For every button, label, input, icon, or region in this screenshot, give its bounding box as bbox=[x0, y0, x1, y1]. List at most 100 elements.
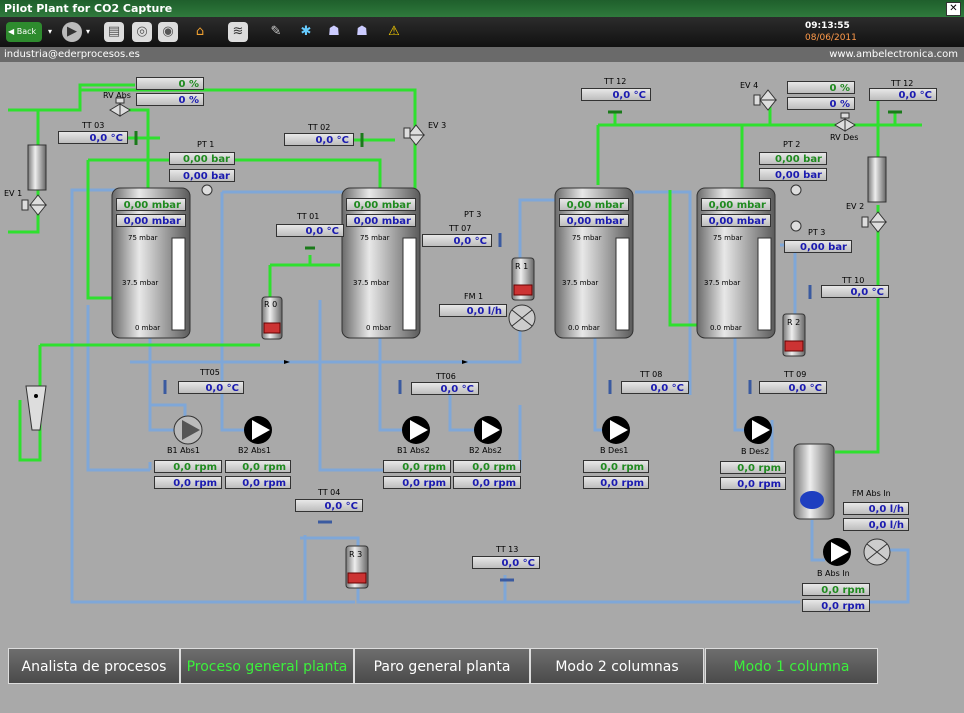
c1-scale-mid: 37.5 mbar bbox=[122, 279, 159, 287]
valve-ev4-icon bbox=[753, 89, 778, 111]
pt3a-label: PT 3 bbox=[464, 210, 482, 219]
date: 08/06/2011 bbox=[805, 33, 857, 43]
chart-icon[interactable]: ≋ bbox=[228, 22, 248, 42]
refresh-icon[interactable]: ◎ bbox=[132, 22, 152, 42]
b2abs2-rpm-setpoint: 0,0 rpm bbox=[453, 476, 521, 489]
pump-b1-abs1-icon[interactable] bbox=[173, 415, 203, 445]
tt05-value: 0,0 °C bbox=[178, 381, 244, 394]
fm-abs-in-setpoint: 0,0 l/h bbox=[843, 518, 909, 531]
tools-icon[interactable]: ✎ bbox=[266, 22, 286, 42]
process-diagram bbox=[8, 83, 922, 604]
babsin-label: B Abs In bbox=[817, 569, 850, 578]
tt08-label: TT 08 bbox=[640, 370, 663, 379]
bdes1-rpm-value: 0,0 rpm bbox=[583, 460, 649, 473]
c2-scale-top: 75 mbar bbox=[360, 234, 390, 242]
rv-abs-open-value: 0 % bbox=[136, 77, 204, 90]
storage-tank bbox=[793, 443, 835, 520]
tt07-value: 0,0 °C bbox=[422, 234, 492, 247]
c4-scale-mid: 37.5 mbar bbox=[704, 279, 741, 287]
gas-inlet-icon bbox=[25, 385, 47, 431]
b2abs2-rpm-value: 0,0 rpm bbox=[453, 460, 521, 473]
forward-dropdown-icon[interactable]: ▾ bbox=[84, 22, 92, 42]
forward-button[interactable]: ▶ bbox=[62, 22, 82, 42]
pt1-value: 0,00 bar bbox=[169, 152, 235, 165]
tt08-value: 0,0 °C bbox=[621, 381, 689, 394]
b1abs2-rpm-setpoint: 0,0 rpm bbox=[383, 476, 451, 489]
tt05-label: TT05 bbox=[200, 368, 220, 377]
website-text: www.ambelectronica.com bbox=[829, 49, 958, 60]
rv-des-label: RV Des bbox=[830, 133, 859, 142]
rv-abs-setpoint-value: 0 % bbox=[136, 93, 204, 106]
pt3-value: 0,00 bar bbox=[784, 240, 852, 253]
b1abs2-rpm-value: 0,0 rpm bbox=[383, 460, 451, 473]
paro-general-planta-button[interactable]: Paro general planta bbox=[354, 648, 530, 684]
analista-de-procesos-button[interactable]: Analista de procesos bbox=[8, 648, 180, 684]
pump-b2-abs2-icon[interactable] bbox=[474, 416, 502, 444]
modo-2-columnas-button[interactable]: Modo 2 columnas bbox=[530, 648, 704, 684]
babsin-rpm-setpoint: 0,0 rpm bbox=[802, 599, 870, 612]
tt13-label: TT 13 bbox=[496, 545, 519, 554]
c4-scale-top: 75 mbar bbox=[713, 234, 743, 242]
tt01-value: 0,0 °C bbox=[276, 224, 344, 237]
rv-abs-label: RV Abs bbox=[103, 91, 131, 100]
back-button[interactable]: ◀ Back bbox=[6, 22, 42, 42]
pump-b1-abs2-icon[interactable] bbox=[402, 416, 430, 444]
alarm-warning-icon[interactable]: ⚠ bbox=[384, 22, 404, 42]
stop-icon[interactable]: ◉ bbox=[158, 22, 178, 42]
pt2-label: PT 2 bbox=[783, 140, 801, 149]
bdes1-rpm-setpoint: 0,0 rpm bbox=[583, 476, 649, 489]
c2-pressure-setpoint: 0,00 mbar bbox=[346, 214, 416, 227]
filter-ev2 bbox=[867, 156, 887, 203]
pt3b-label: PT 3 bbox=[808, 228, 826, 237]
liquid-pipes bbox=[70, 188, 910, 604]
bdes2-rpm-setpoint: 0,0 rpm bbox=[720, 477, 786, 490]
pump-b-des2-icon[interactable] bbox=[744, 416, 772, 444]
pt1-label: PT 1 bbox=[197, 140, 215, 149]
user-warning-icon[interactable]: ☗ bbox=[352, 22, 372, 42]
filter-ev1 bbox=[27, 144, 47, 191]
home-icon[interactable]: ⌂ bbox=[190, 22, 210, 42]
proceso-general-planta-button[interactable]: Proceso general planta bbox=[180, 648, 354, 684]
gas-inlet-dot bbox=[34, 394, 38, 398]
back-dropdown-icon[interactable]: ▾ bbox=[46, 22, 54, 42]
c1-scale-bot: 0 mbar bbox=[135, 324, 161, 332]
window-title: Pilot Plant for CO2 Capture bbox=[4, 2, 173, 15]
b2abs1-rpm-setpoint: 0,0 rpm bbox=[225, 476, 291, 489]
tt10-value: 0,0 °C bbox=[821, 285, 889, 298]
b1abs1-rpm-setpoint: 0,0 rpm bbox=[154, 476, 222, 489]
tt10-label: TT 10 bbox=[842, 276, 865, 285]
modo-1-columna-button[interactable]: Modo 1 columna bbox=[705, 648, 878, 684]
flowmeter-fm-abs-in-icon bbox=[863, 538, 891, 566]
tt09-value: 0,0 °C bbox=[759, 381, 827, 394]
b2abs2-label: B2 Abs2 bbox=[469, 446, 502, 455]
tt12b-value: 0,0 °C bbox=[869, 88, 937, 101]
c3-scale-top: 75 mbar bbox=[572, 234, 602, 242]
pt1-setpoint: 0,00 bar bbox=[169, 169, 235, 182]
ev3-label: EV 3 bbox=[428, 121, 447, 130]
c2-pressure-value: 0,00 mbar bbox=[346, 198, 416, 211]
document-icon[interactable]: ▤ bbox=[104, 22, 124, 42]
r0-label: R 0 bbox=[264, 300, 278, 309]
fm-abs-in-label: FM Abs In bbox=[852, 489, 891, 498]
pump-b-abs-in-icon[interactable] bbox=[823, 538, 851, 566]
c1-pressure-value: 0,00 mbar bbox=[116, 198, 186, 211]
network-icon[interactable]: ✱ bbox=[296, 22, 316, 42]
close-button[interactable]: ✕ bbox=[946, 2, 961, 16]
users-icon[interactable]: ☗ bbox=[324, 22, 344, 42]
info-bar: industria@ederprocesos.es www.ambelectro… bbox=[0, 47, 964, 62]
pt2-setpoint: 0,00 bar bbox=[759, 168, 827, 181]
c1-pressure-setpoint: 0,00 mbar bbox=[116, 214, 186, 227]
r3-label: R 3 bbox=[349, 550, 363, 559]
valve-ev2-icon bbox=[861, 211, 888, 233]
fm1-label: FM 1 bbox=[464, 292, 484, 301]
b2abs1-rpm-value: 0,0 rpm bbox=[225, 460, 291, 473]
pump-b2-abs1-icon[interactable] bbox=[244, 416, 272, 444]
b1abs1-rpm-value: 0,0 rpm bbox=[154, 460, 222, 473]
c3-scale-mid: 37.5 mbar bbox=[562, 279, 599, 287]
pump-b-des1-icon[interactable] bbox=[602, 416, 630, 444]
tt09-label: TT 09 bbox=[784, 370, 807, 379]
c3-scale-bot: 0.0 mbar bbox=[568, 324, 600, 332]
title-bar: Pilot Plant for CO2 Capture ✕ bbox=[0, 0, 964, 17]
r2-label: R 2 bbox=[787, 318, 801, 327]
c1-scale-top: 75 mbar bbox=[128, 234, 158, 242]
